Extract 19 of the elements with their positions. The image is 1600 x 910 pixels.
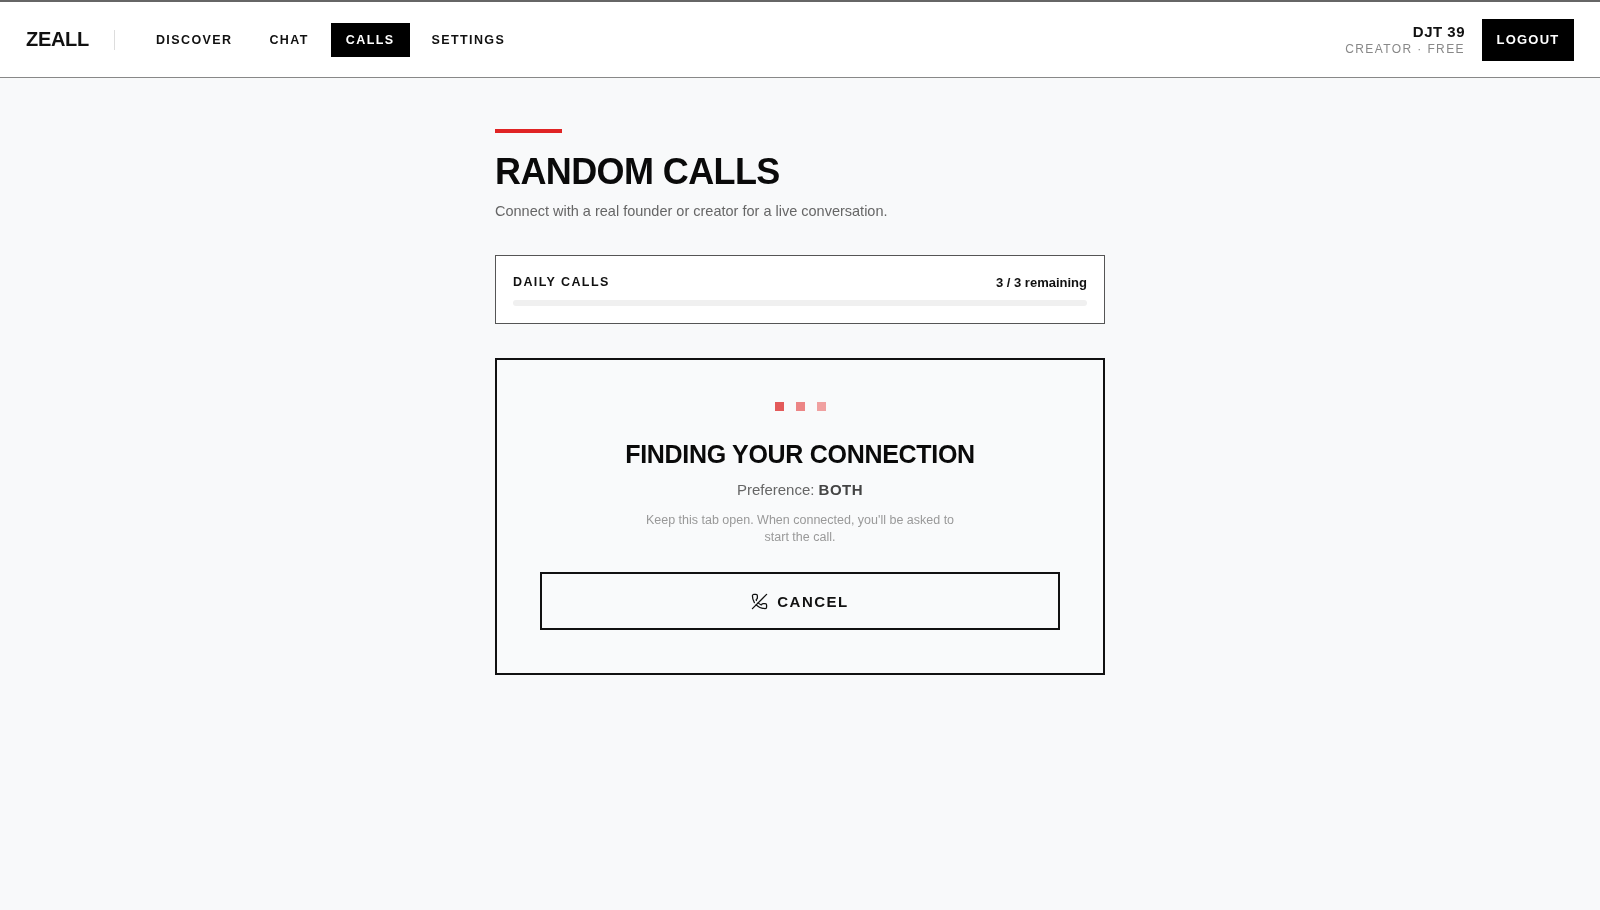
nav-link[interactable]: SETTINGS [416,22,521,57]
remaining-count: 3 / 3 remaining [995,274,1087,290]
user-name: DJT 39 [1412,22,1465,41]
cancel-button[interactable]: CANCEL [540,572,1060,630]
preference-text: Preference: BOTH [736,480,864,500]
search-title: FINDING YOUR CONNECTION [625,439,975,469]
page-title: RANDOM CALLS [495,150,781,193]
nav-link[interactable]: DISCOVER [140,22,248,57]
loading-dots-icon [774,402,826,411]
phone-off-icon [751,592,769,610]
logout-button[interactable]: LOGOUT [1482,18,1574,61]
nav-link[interactable]: CHAT [254,22,324,57]
logo: ZEALL [26,28,89,51]
accent-bar [495,129,562,133]
user-plan: CREATOR · FREE [1345,40,1465,57]
daily-calls-label: DAILY CALLS [513,275,610,289]
page-subtitle: Connect with a real founder or creator for a live conversation. [495,202,889,221]
nav-link[interactable]: CALLS [330,22,410,57]
hint-text: Keep this tab open. When connected, you'll be asked to start the call. [644,512,956,546]
